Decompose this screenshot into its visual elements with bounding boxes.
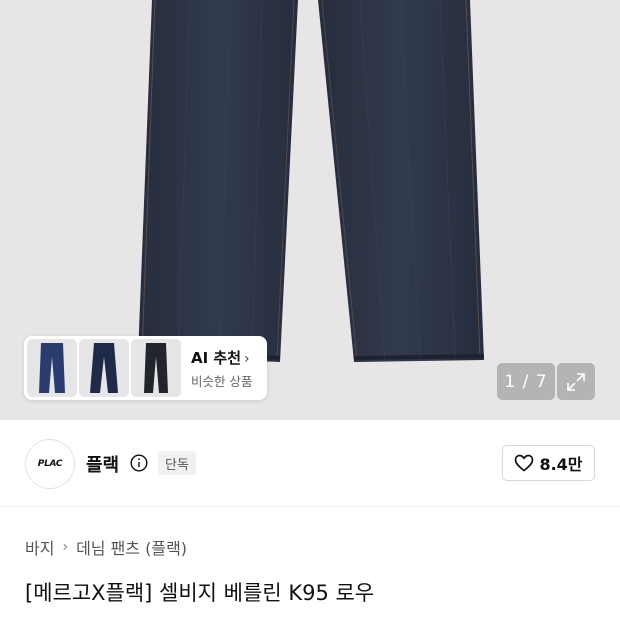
ai-recommend-title[interactable]: AI 추천 › <box>191 347 250 368</box>
breadcrumb-item[interactable]: 바지 <box>25 535 54 559</box>
breadcrumb: 바지 › 데님 팬츠 (플랙) <box>25 535 187 559</box>
chevron-right-icon: › <box>244 351 250 367</box>
heart-icon <box>515 454 534 472</box>
brand-name[interactable]: 플랙 <box>86 451 119 477</box>
ai-recommend-subtitle: 비슷한 상품 <box>191 374 253 389</box>
recommend-thumbnail[interactable] <box>79 339 129 397</box>
brand-logo[interactable]: PLAC <box>25 439 75 489</box>
info-icon[interactable] <box>130 454 148 472</box>
like-count: 8.4만 <box>539 455 583 474</box>
exclusive-badge: 단독 <box>158 451 196 475</box>
ai-recommend-card[interactable]: AI 추천 › 비슷한 상품 <box>24 336 267 400</box>
recommend-thumbnail[interactable] <box>131 339 181 397</box>
divider <box>0 506 620 507</box>
product-image-gallery[interactable]: AI 추천 › 비슷한 상품 1 / 7 <box>0 0 620 420</box>
breadcrumb-item[interactable]: 데님 팬츠 (플랙) <box>76 535 187 559</box>
recommend-thumbnail[interactable] <box>27 339 77 397</box>
expand-button[interactable] <box>557 363 595 400</box>
like-button[interactable]: 8.4만 <box>502 445 595 481</box>
expand-icon <box>567 372 585 391</box>
chevron-right-icon: › <box>62 539 69 555</box>
product-title: [메르고X플랙] 셀비지 베를린 K95 로우 <box>25 581 375 605</box>
image-counter: 1 / 7 <box>497 363 555 400</box>
